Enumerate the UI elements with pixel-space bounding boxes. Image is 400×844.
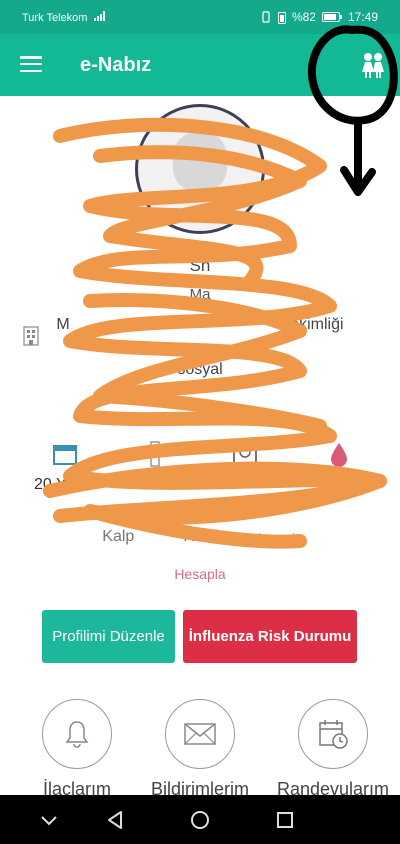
blood-drop-icon [331,443,347,467]
shortcut-label: İlaçlarım [42,779,111,795]
calendar-icon [53,445,77,465]
family-icon[interactable] [358,50,388,80]
profile-section: Sh Ma M Hekimliği sosyal Değiştir 20 Y K… [0,96,400,616]
envelope-icon [184,723,216,745]
avatar[interactable] [135,104,265,234]
shortcut-label: Randevularım [276,779,390,795]
shortcuts: İlaçlarım Bildirimlerim Randevularım [0,695,400,795]
recents-icon[interactable] [274,809,296,831]
shortcut-medications[interactable]: İlaçlarım [17,699,137,795]
influenza-risk-button[interactable]: İnfluenza Risk Durumu [183,610,357,663]
hamburger-menu-icon[interactable] [20,56,42,72]
system-nav-bar [0,795,400,844]
battery-icon [277,11,286,24]
workplace: M Hekimliği [56,316,344,333]
app-title: e-Nabız [80,54,152,76]
user-role: sosyal [177,361,223,378]
signal-icon [94,11,106,21]
back-icon[interactable] [104,809,126,831]
calendar-clock-icon [319,720,348,749]
home-icon[interactable] [189,809,211,831]
app-bar: e-Nabız [0,34,400,96]
carrier-name: Turk Telekom [22,11,106,24]
clock: 17:49 [347,10,378,24]
battery-percent: %82 [291,10,316,24]
stat-icons [0,441,400,469]
shortcut-label: Bildirimlerim [151,779,249,795]
vibrate-icon [262,11,270,23]
shortcut-circle[interactable] [165,699,235,769]
bell-icon [65,721,89,748]
user-subtitle: Ma [189,286,211,303]
battery-level-icon [321,12,342,22]
shortcut-circle[interactable] [298,699,368,769]
ruler-icon [150,441,160,467]
user-name: Sh [189,256,211,275]
stat-age: 20 Y [34,476,67,493]
change-link[interactable]: Değiştir [0,398,400,412]
shortcut-notifications[interactable]: Bildirimlerim [140,699,260,795]
calculate-link[interactable]: Hesapla [0,566,400,582]
chevron-down-icon[interactable] [38,809,60,831]
status-right: %82 17:49 [260,10,378,24]
heart-risk-label: Kalp Riski :Hesaplanmadı [102,528,298,545]
shortcut-appointments[interactable]: Randevularım [273,699,393,795]
stats-row: 20 Y [0,476,400,500]
status-bar: Turk Telekom %82 17:49 [0,0,400,34]
scale-icon [233,442,257,466]
shortcut-circle[interactable] [42,699,112,769]
edit-profile-button[interactable]: Profilimi Düzenle [42,610,175,663]
